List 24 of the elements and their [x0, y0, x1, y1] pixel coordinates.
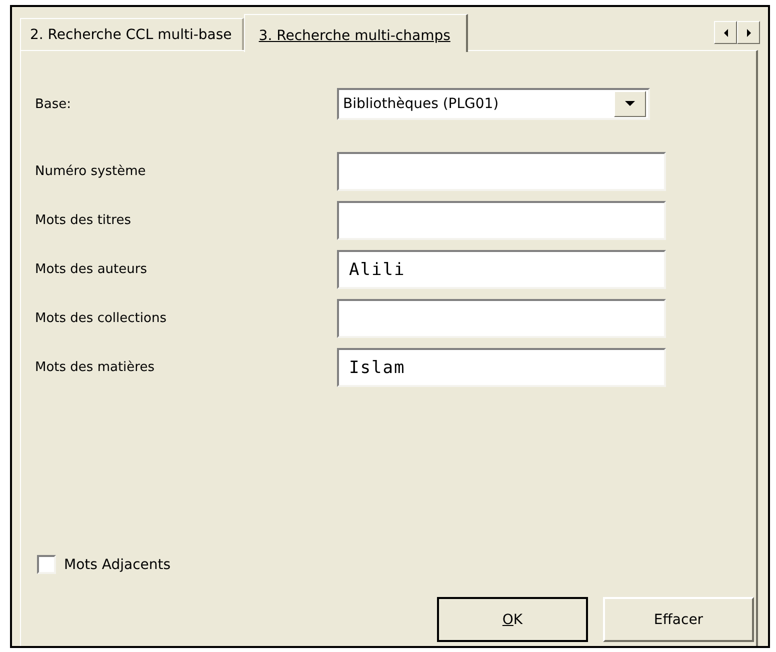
tab[interactable]: 3. Recherche multi-champs [244, 14, 468, 52]
caret-icon [625, 101, 635, 107]
right-arrow-icon [746, 28, 752, 36]
tab[interactable]: 2. Recherche CCL multi-base [20, 18, 244, 50]
input-field[interactable]: Islam [337, 348, 666, 387]
checkbox-label: Mots Adjacents [64, 556, 171, 572]
field-label: Numéro système [35, 164, 147, 179]
input-field[interactable] [337, 152, 666, 191]
input-field[interactable] [337, 201, 666, 240]
input-field[interactable]: Alili [337, 250, 666, 289]
clear-button[interactable]: Effacer [603, 597, 754, 642]
checkbox[interactable] [37, 555, 56, 574]
field-label: Mots des matières [35, 360, 156, 375]
scroll-left-button[interactable] [714, 21, 737, 44]
base-dropdown[interactable]: Bibliothèques (PLG01) [337, 88, 650, 120]
ok-button[interactable]: OK [437, 597, 588, 642]
base-label: Base: [35, 96, 72, 112]
input-field[interactable] [337, 299, 666, 338]
field-label: Mots des collections [35, 311, 168, 326]
dropdown-button[interactable] [614, 91, 646, 117]
scroll-right-button[interactable] [737, 21, 760, 44]
field-label: Mots des titres [35, 213, 132, 228]
field-label: Mots des auteurs [35, 262, 148, 277]
left-arrow-icon [722, 28, 728, 36]
